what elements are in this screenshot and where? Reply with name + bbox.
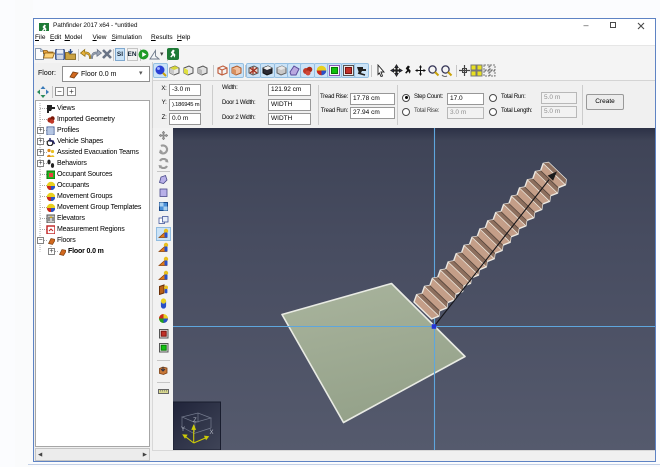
svg-text:X: X bbox=[210, 430, 214, 436]
svg-text:Y: Y bbox=[181, 427, 185, 433]
svg-text:Z: Z bbox=[193, 418, 197, 424]
